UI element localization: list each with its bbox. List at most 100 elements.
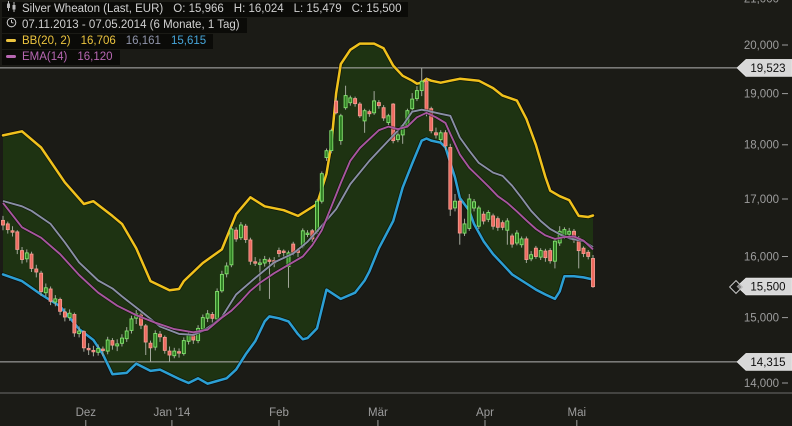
candle-body xyxy=(511,236,514,244)
candle-body xyxy=(306,233,309,234)
price-badge-label: 15,500 xyxy=(750,282,785,294)
x-axis-label: Feb xyxy=(269,407,289,419)
candle-body xyxy=(40,273,43,291)
candle-body xyxy=(201,318,204,329)
candle-body xyxy=(154,334,157,348)
candle-body xyxy=(220,274,223,290)
candle-body xyxy=(21,251,24,260)
candle-body xyxy=(363,111,366,121)
bb-legend-dash-icon xyxy=(6,39,16,42)
candle-body xyxy=(368,112,371,114)
y-axis-label: 17,000 xyxy=(744,194,779,206)
date-range: 07.11.2013 - 07.05.2014 (6 Monate, 1 Tag… xyxy=(22,19,240,31)
period-row[interactable]: 07.11.2013 - 07.05.2014 (6 Monate, 1 Tag… xyxy=(2,18,247,33)
candle-body xyxy=(344,96,347,108)
candle-body xyxy=(144,326,147,342)
x-axis-label: Dez xyxy=(76,407,97,419)
instrument-title: Silver Wheaton (Last, EUR) xyxy=(22,3,163,15)
y-axis-label: 14,000 xyxy=(744,378,779,390)
bb-upper-value: 16,706 xyxy=(81,35,116,47)
y-axis-label: 18,000 xyxy=(744,140,779,152)
candle-body xyxy=(30,254,33,268)
candle-body xyxy=(515,233,518,243)
open-value: O: 15,966 xyxy=(173,3,224,15)
candle-body xyxy=(592,259,595,287)
candle-body xyxy=(258,263,261,264)
candle-body xyxy=(520,239,523,245)
candle-body xyxy=(382,108,385,118)
candle-body xyxy=(415,91,418,99)
candle-body xyxy=(335,101,338,113)
candle-body xyxy=(116,344,119,346)
candle-body xyxy=(130,319,133,331)
price-badge-label: 19,523 xyxy=(750,63,785,75)
candle-body xyxy=(373,101,376,113)
candle-body xyxy=(468,199,471,228)
candle-body xyxy=(78,331,81,334)
candle-body xyxy=(458,201,461,233)
price-badge-label: 14,315 xyxy=(750,357,785,369)
instrument-row[interactable]: Silver Wheaton (Last, EUR) O: 15,966 H: 16… xyxy=(2,2,408,17)
indicator-row-ema[interactable]: EMA(14)16,120 xyxy=(2,50,120,65)
candle-body xyxy=(182,341,185,354)
x-axis-label: Mai xyxy=(568,407,587,419)
candle-body xyxy=(254,262,257,263)
candle-body xyxy=(463,224,466,233)
candle-body xyxy=(316,201,319,231)
candle-body xyxy=(211,315,214,319)
candle-body xyxy=(159,334,162,337)
candle-body xyxy=(534,248,537,256)
candle-body xyxy=(49,289,52,301)
x-axis-label: Mär xyxy=(368,407,388,419)
candle-body xyxy=(268,260,271,261)
candle-body xyxy=(473,202,476,208)
candle-body xyxy=(482,214,485,221)
candle-body xyxy=(44,288,47,293)
chart-legend: Silver Wheaton (Last, EUR) O: 15,966 H: 16… xyxy=(2,2,408,66)
candle-body xyxy=(235,230,238,239)
ema-value: 16,120 xyxy=(77,51,112,63)
candle-body xyxy=(396,135,399,140)
candle-body xyxy=(11,231,14,232)
chart-window: DezJan '14FebMärAprMai21,00020,00019,000… xyxy=(0,0,792,426)
indicator-row-bb[interactable]: BB(20, 2) 16,706 16,161 15,615 xyxy=(2,34,213,49)
candle-body xyxy=(82,332,85,348)
candle-body xyxy=(163,337,166,350)
candle-body xyxy=(387,116,390,123)
candle-body xyxy=(435,133,438,135)
y-axis-label: 20,000 xyxy=(744,40,779,52)
candle-body xyxy=(2,220,5,225)
candle-body xyxy=(111,341,114,346)
y-axis-label: 15,000 xyxy=(744,312,779,324)
candle-body xyxy=(320,174,323,202)
candle-body xyxy=(206,314,209,318)
candle-body xyxy=(425,81,428,111)
candle-body xyxy=(263,259,266,263)
candle-body xyxy=(587,252,590,256)
candle-body xyxy=(101,349,104,350)
candle-body xyxy=(496,219,499,228)
candle-body xyxy=(168,351,171,355)
candle-body xyxy=(149,343,152,348)
candle-body xyxy=(59,300,62,312)
candle-body xyxy=(354,99,357,104)
bb-lower-value: 15,615 xyxy=(171,35,206,47)
candle-body xyxy=(63,312,66,317)
x-axis-label: Jan '14 xyxy=(154,407,191,419)
clock-icon xyxy=(6,17,17,31)
high-value: H: 16,024 xyxy=(234,3,284,15)
candle-body xyxy=(16,232,19,250)
bb-mid-value: 16,161 xyxy=(126,35,161,47)
candle-body xyxy=(501,223,504,228)
bb-label: BB(20, 2) xyxy=(22,35,71,47)
candle-body xyxy=(87,348,90,349)
candle-body xyxy=(449,148,452,210)
y-axis-label: 19,000 xyxy=(744,88,779,100)
candle-body xyxy=(125,331,128,339)
candle-body xyxy=(178,352,181,353)
candle-body xyxy=(525,239,528,260)
close-value: C: 15,500 xyxy=(352,3,402,15)
candle-body xyxy=(477,208,480,226)
candle-body xyxy=(68,313,71,317)
candle-body xyxy=(544,251,547,258)
